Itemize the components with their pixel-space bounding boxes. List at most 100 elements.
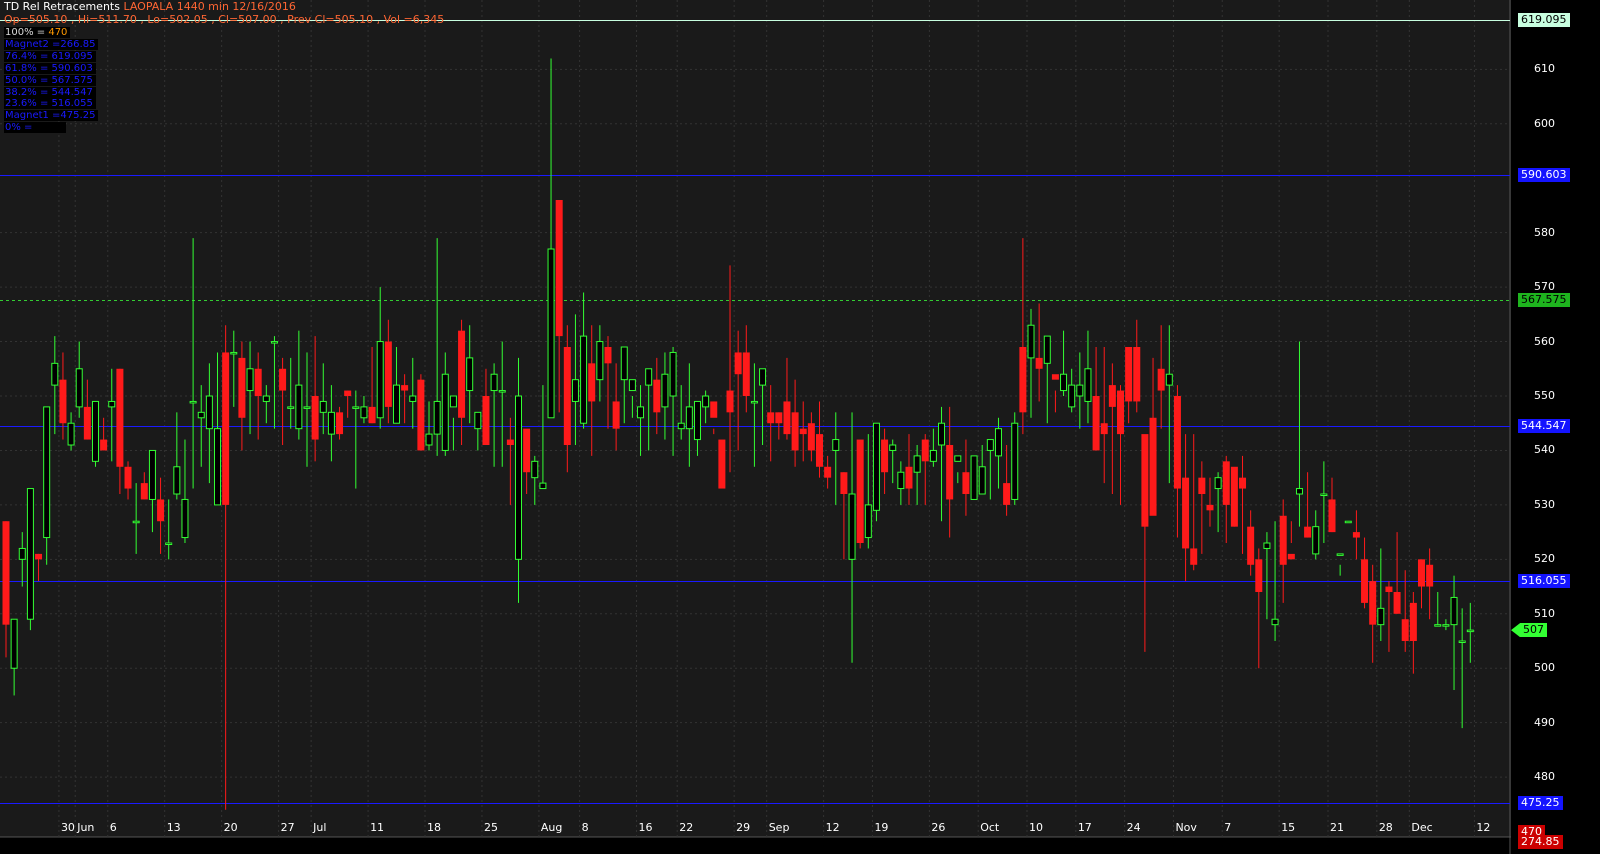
price-axis-label: 530: [1534, 497, 1555, 511]
candle-body-up: [466, 357, 474, 392]
candle-body-down: [1092, 396, 1100, 451]
candle-body-up: [1165, 373, 1173, 386]
candle-body-down: [775, 412, 783, 424]
candle-body-down: [1361, 559, 1369, 603]
candle-body-up: [1060, 373, 1068, 392]
time-axis-label: Nov: [1175, 821, 1197, 834]
candle-body-down: [710, 401, 718, 418]
retracement-legend-item: 76.4% = 619.095: [4, 50, 96, 62]
candle-body-up: [205, 395, 213, 430]
candle-body-up: [352, 406, 360, 409]
candle-body-down: [1108, 385, 1116, 407]
retracement-legend-item: 23.6% = 516.055: [4, 98, 96, 110]
candle-body-up: [189, 400, 197, 404]
candle-body-up: [1076, 384, 1084, 397]
candle-body-down: [222, 352, 230, 505]
indicator-name: TD Rel Retracements: [4, 0, 120, 13]
time-axis-label: 15: [1281, 821, 1296, 834]
candle-body-up: [474, 411, 482, 430]
candle-body-down: [482, 396, 490, 445]
candle-body-down: [1239, 477, 1247, 489]
candle-body-up: [1214, 477, 1222, 490]
candle-body-up: [1458, 640, 1466, 643]
candle-body-up: [108, 400, 116, 408]
candle-body-up: [1466, 629, 1474, 633]
candle-body-up: [1068, 384, 1076, 408]
time-axis-label: 10: [1029, 821, 1043, 834]
time-axis-label: 19: [874, 821, 889, 834]
candle-body-up: [531, 460, 539, 479]
candle-body-up: [1263, 542, 1271, 549]
candle-body-up: [872, 422, 880, 511]
candle-body-down: [1190, 548, 1198, 565]
time-axis-label: 29: [736, 821, 751, 834]
retracement-label: 23.6% = 516.055: [5, 98, 93, 110]
candle-body-down: [1247, 526, 1255, 565]
candle-body-up: [75, 368, 83, 408]
candle-body-up: [490, 373, 498, 392]
candle-body-down: [799, 428, 807, 435]
candle-body-down: [881, 439, 889, 473]
candle-body-up: [230, 351, 238, 355]
candle-body-down: [1173, 396, 1181, 489]
candle-body-down: [1401, 619, 1409, 641]
time-axis-label: 20: [223, 821, 238, 834]
candle-body-up: [181, 498, 189, 539]
time-axis-label: 17: [1077, 821, 1092, 834]
candle-body-up: [197, 411, 205, 419]
candlestick-chart[interactable]: [0, 0, 1600, 854]
price-axis-label: 580: [1534, 225, 1555, 239]
candle-body-up: [620, 346, 628, 381]
candle-body-up: [685, 406, 693, 430]
candle-body-up: [750, 400, 758, 404]
candle-body-up: [1027, 324, 1035, 359]
candle-body-up: [515, 395, 523, 560]
retracement-legend-item: Magnet2 =266.85: [4, 38, 99, 50]
candle-body-down: [946, 445, 954, 500]
candle-body-up: [702, 395, 710, 408]
candle-body-down: [1206, 504, 1214, 511]
retracement-legend-item: 38.2% = 544.547: [4, 86, 96, 98]
candle-body-down: [1100, 423, 1108, 435]
candle-body-down: [523, 428, 531, 473]
candle-body-up: [832, 439, 840, 451]
time-axis-label: Oct: [980, 821, 1000, 834]
candle-body-up: [10, 618, 18, 669]
candle-body-up: [1377, 607, 1385, 626]
candle-body-down: [1182, 477, 1190, 549]
candle-body-down: [311, 396, 319, 440]
time-axis-label: 25: [483, 821, 498, 834]
price-axis-label: 570: [1534, 280, 1555, 294]
price-axis-label: 600: [1534, 116, 1555, 130]
candle-body-down: [783, 401, 791, 435]
candle-body-down: [116, 368, 124, 467]
candle-body-down: [35, 553, 43, 560]
candle-body-up: [864, 504, 872, 539]
retracement-legend-item: 100% = 470: [4, 27, 71, 38]
time-axis-label: 12: [1476, 821, 1491, 834]
candle-body-up: [1084, 368, 1092, 402]
candle-body-up: [897, 471, 905, 490]
candle-body-down: [1328, 499, 1336, 533]
candle-body-up: [1336, 553, 1344, 556]
candle-body-down: [563, 347, 571, 445]
candle-body-down: [555, 200, 563, 337]
candle-body-up: [693, 400, 701, 441]
candle-body-down: [2, 521, 10, 625]
price-axis-label: 540: [1534, 443, 1555, 457]
candle-body-up: [970, 455, 978, 500]
time-axis-label: 26: [931, 821, 946, 834]
price-tag: 274.85: [1518, 834, 1563, 849]
candle-body-down: [1287, 553, 1295, 560]
candle-body-down: [588, 363, 596, 402]
candle-body-down: [816, 434, 823, 467]
candle-body-up: [173, 466, 181, 495]
candle-body-down: [1230, 466, 1238, 527]
candle-body-up: [571, 379, 579, 402]
candle-body-up: [51, 362, 59, 386]
candle-body-up: [978, 466, 986, 495]
time-axis-label: Jun: [77, 821, 95, 834]
candle-body-down: [254, 368, 262, 396]
candle-body-down: [344, 390, 352, 396]
price-tag: 516.055: [1518, 573, 1570, 588]
